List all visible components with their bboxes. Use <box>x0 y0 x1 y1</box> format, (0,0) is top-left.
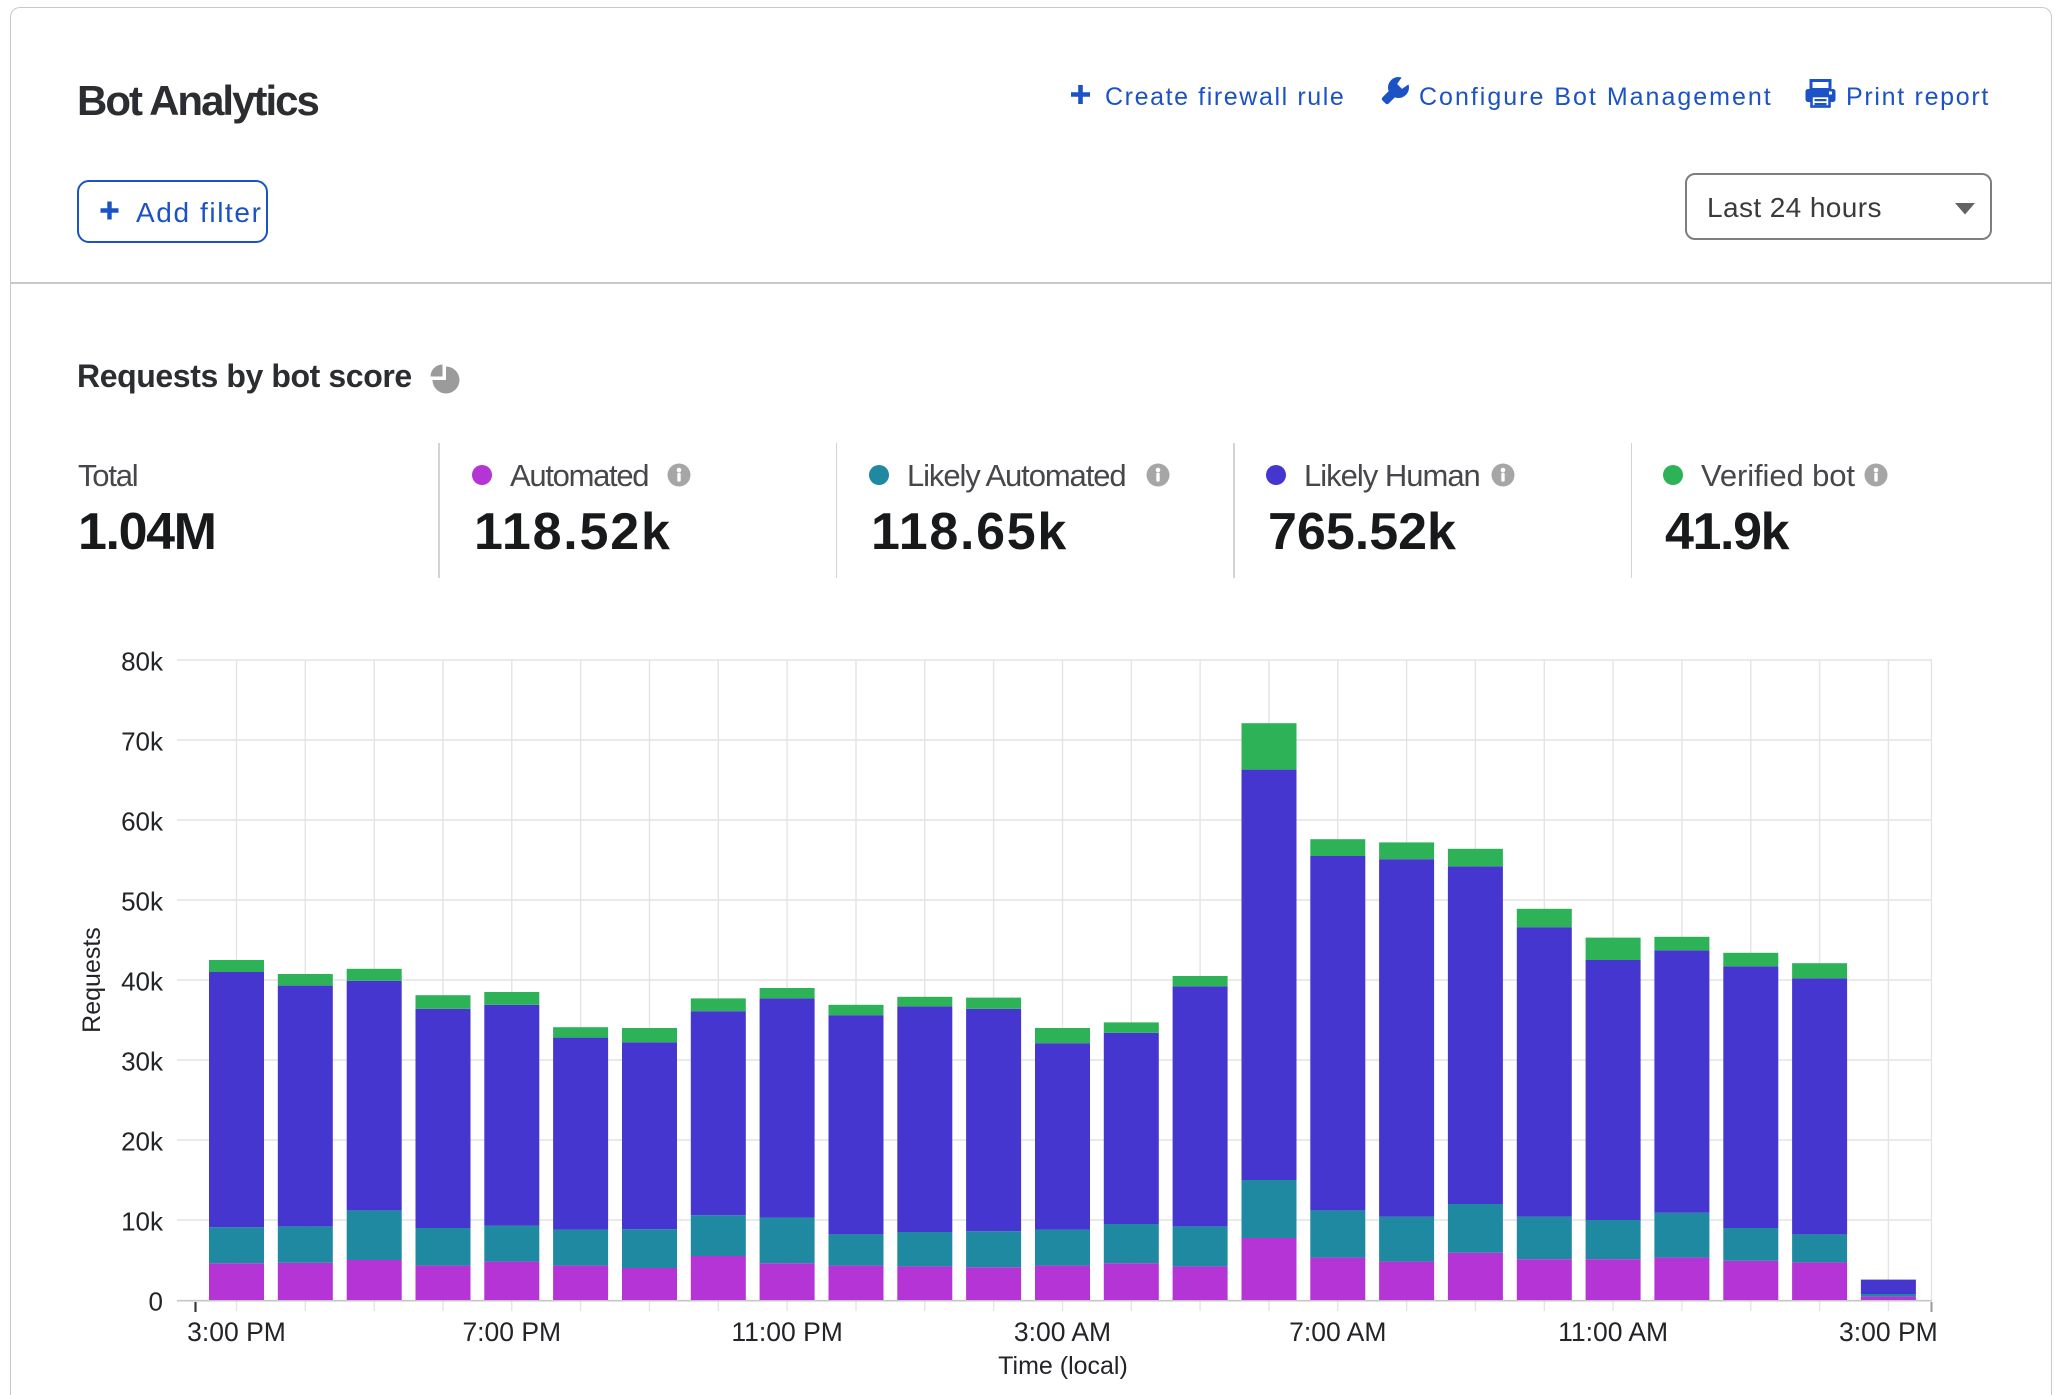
svg-text:3:00 PM: 3:00 PM <box>187 1317 286 1347</box>
svg-text:30k: 30k <box>121 1047 164 1077</box>
svg-text:50k: 50k <box>121 887 164 917</box>
svg-text:11:00 AM: 11:00 AM <box>1558 1317 1668 1347</box>
svg-text:7:00 AM: 7:00 AM <box>1289 1317 1386 1347</box>
svg-text:7:00 PM: 7:00 PM <box>462 1317 561 1347</box>
svg-text:70k: 70k <box>121 727 164 757</box>
svg-text:Time (local): Time (local) <box>998 1352 1128 1380</box>
svg-text:10k: 10k <box>121 1207 164 1237</box>
svg-text:3:00 AM: 3:00 AM <box>1014 1317 1111 1347</box>
svg-text:0: 0 <box>149 1287 163 1317</box>
svg-text:11:00 PM: 11:00 PM <box>731 1317 842 1347</box>
svg-text:20k: 20k <box>121 1127 164 1157</box>
svg-text:40k: 40k <box>121 967 164 997</box>
svg-text:60k: 60k <box>121 807 164 837</box>
svg-text:3:00 PM: 3:00 PM <box>1839 1317 1938 1347</box>
svg-text:80k: 80k <box>121 647 164 677</box>
svg-text:Requests: Requests <box>78 927 106 1033</box>
